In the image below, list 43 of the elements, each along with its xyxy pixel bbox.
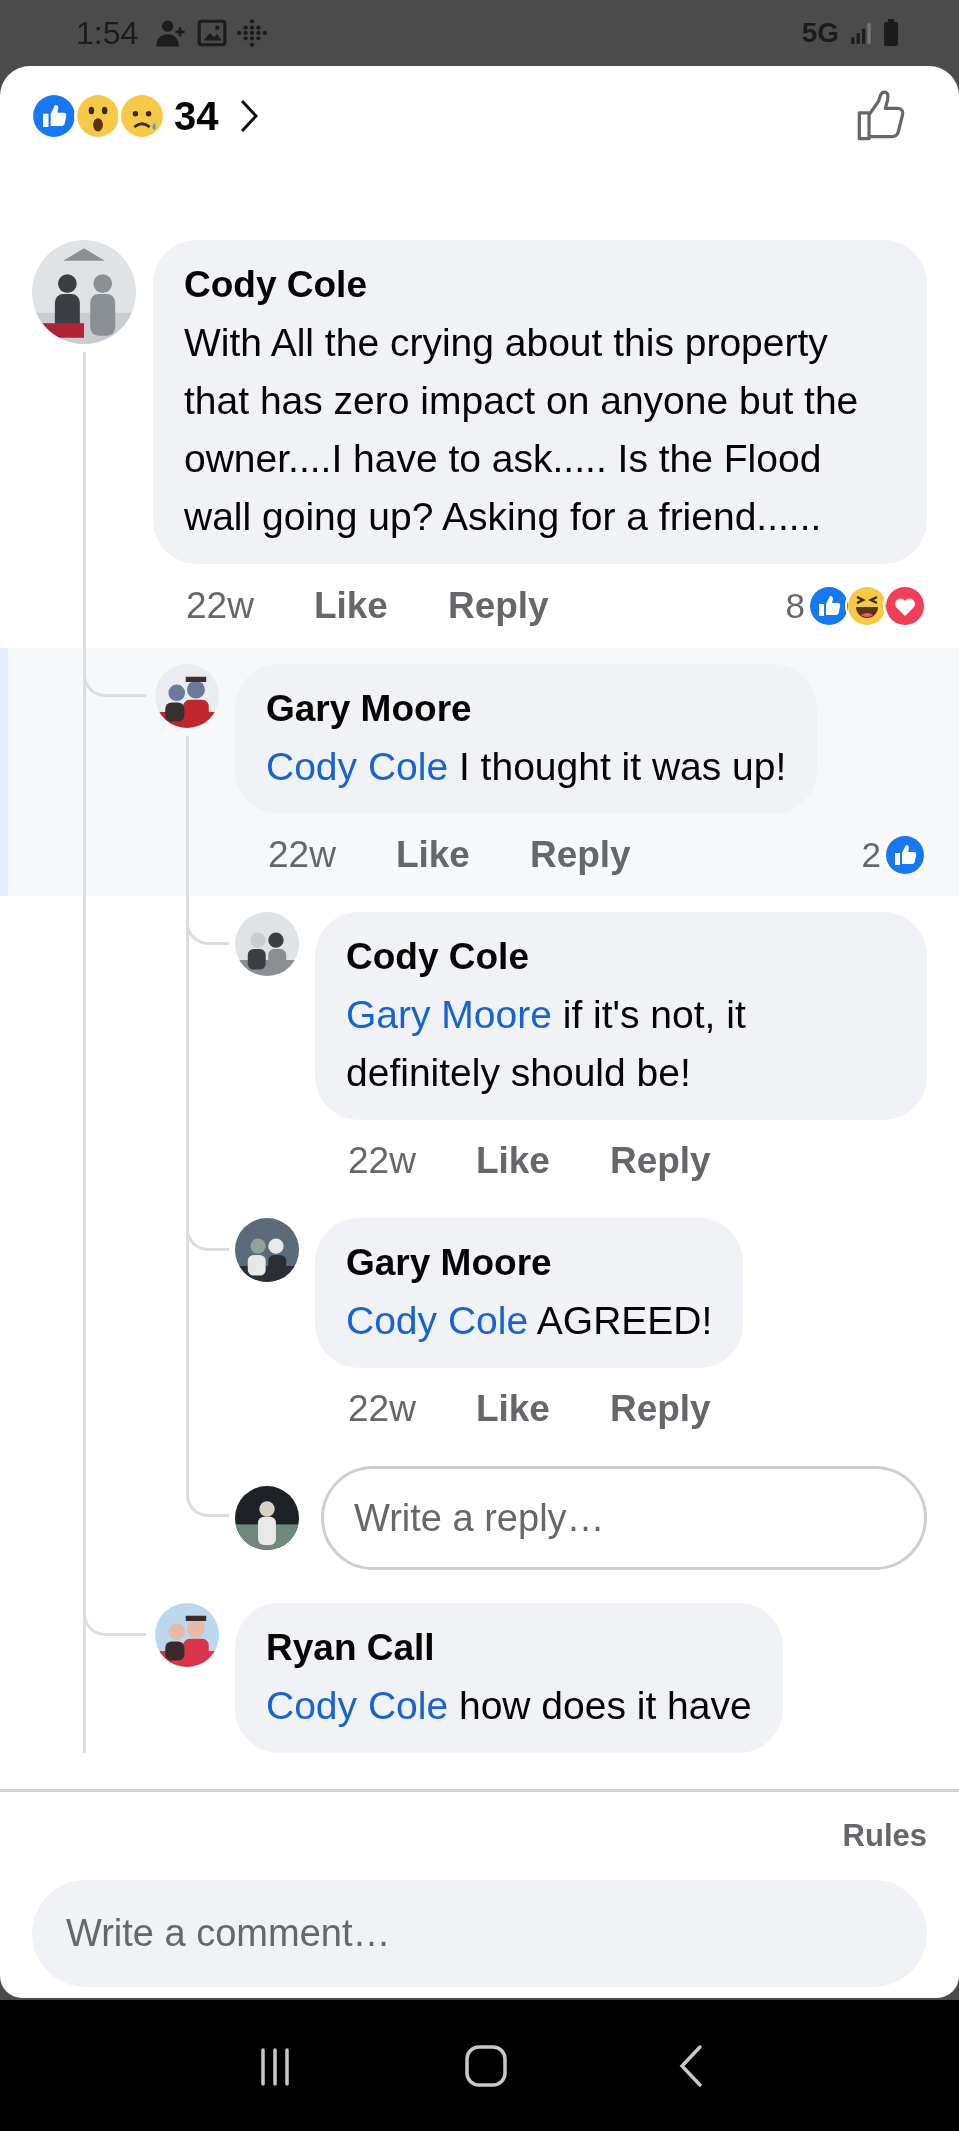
mention-link[interactable]: Cody Cole — [266, 745, 449, 788]
like-reaction-icon — [883, 833, 927, 877]
author-name[interactable]: Cody Cole — [346, 928, 896, 986]
wow-reaction-icon — [74, 92, 122, 140]
author-name[interactable]: Cody Cole — [184, 256, 896, 314]
reply-link[interactable]: Reply — [529, 834, 631, 876]
author-name[interactable]: Gary Moore — [346, 1234, 713, 1292]
comment-time: 22w — [268, 834, 336, 876]
reply-link[interactable]: Reply — [609, 1388, 711, 1430]
back-icon[interactable] — [678, 2043, 705, 2088]
home-icon[interactable] — [464, 2043, 509, 2088]
chevron-right-icon — [238, 98, 259, 134]
mention-link[interactable]: Gary Moore — [346, 993, 552, 1036]
author-name[interactable]: Gary Moore — [266, 680, 787, 738]
comment-text: Cody Cole how does it have — [266, 1683, 752, 1729]
reaction-count: 2 — [861, 835, 881, 875]
author-name[interactable]: Ryan Call — [266, 1619, 752, 1677]
like-link[interactable]: Like — [475, 1140, 550, 1182]
reaction-count: 8 — [785, 586, 805, 626]
comment-text: Cody Cole I thought it was up! — [266, 744, 787, 790]
battery-icon — [883, 19, 899, 47]
reply-link[interactable]: Reply — [609, 1140, 711, 1182]
mention-link[interactable]: Cody Cole — [266, 1684, 449, 1727]
comment-time: 22w — [348, 1388, 416, 1430]
love-reaction-icon — [883, 584, 927, 628]
comment-text: With All the crying about this property that has zero impact on anyone but the owner....I have to ask..... Is the Flood wall going up? Asking for a friend...... — [184, 320, 860, 540]
rules-link[interactable]: Rules — [842, 1818, 927, 1854]
reply-field[interactable]: Write a reply… — [321, 1466, 927, 1570]
comment-time: 22w — [348, 1140, 416, 1182]
mention-link[interactable]: Cody Cole — [346, 1299, 529, 1342]
comment-time: 22w — [186, 585, 254, 627]
comment-text: Gary Moore if it's not, it definitely should be! — [346, 992, 747, 1096]
dots-grid-icon — [236, 17, 269, 49]
comment-text: Cody Cole AGREED! — [346, 1298, 713, 1344]
image-icon — [196, 17, 229, 49]
like-link[interactable]: Like — [475, 1388, 550, 1430]
like-link[interactable]: Like — [313, 585, 388, 627]
reply-link[interactable]: Reply — [447, 585, 549, 627]
reaction-summary[interactable]: 34 — [30, 92, 259, 140]
like-reaction-icon — [30, 92, 78, 140]
comment-field[interactable]: Write a comment… — [32, 1880, 927, 1987]
like-link[interactable]: Like — [395, 834, 470, 876]
sad-reaction-icon — [118, 92, 166, 140]
